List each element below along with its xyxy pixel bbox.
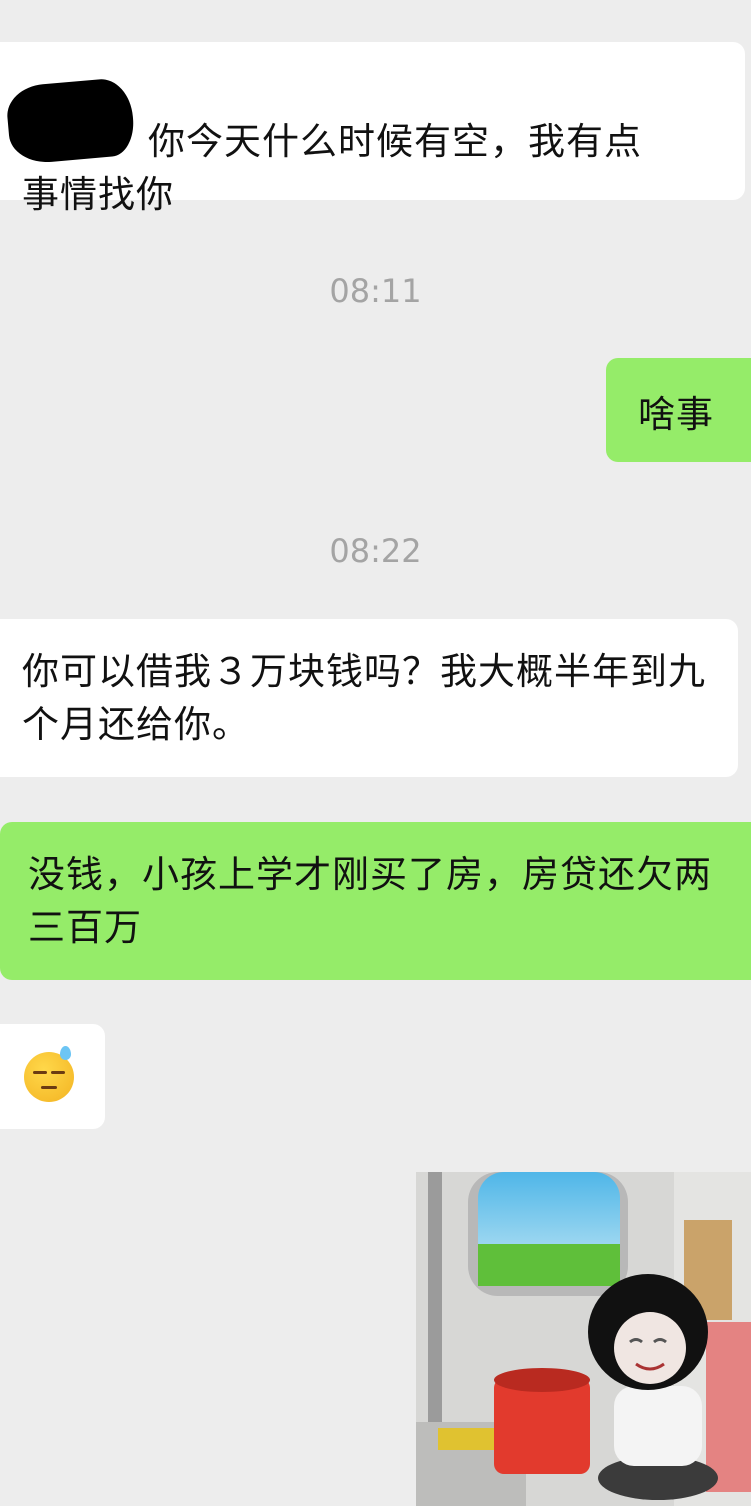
timestamp: 08:11 (329, 272, 422, 310)
message-bubble-outgoing[interactable]: 没钱，小孩上学才刚买了房，房贷还欠两三百万 (0, 822, 751, 980)
message-text: 没钱，小孩上学才刚买了房，房贷还欠两三百万 (28, 853, 712, 949)
message-bubble-incoming[interactable]: 你今天什么时候有空，我有点 事情找你 (0, 42, 745, 216)
sticker-illustration (416, 1172, 751, 1506)
message-bubble-outgoing[interactable]: 啥事 (606, 358, 751, 462)
meme-sticker-image[interactable] (416, 1172, 751, 1506)
sweat-expressionless-emoji-icon (24, 1046, 74, 1102)
message-text: 你今天什么时候有空，我有点 (148, 120, 642, 163)
message-bubble-incoming[interactable]: 你可以借我３万块钱吗？我大概半年到九个月还给你。 (0, 619, 738, 777)
message-text: 你可以借我３万块钱吗？我大概半年到九个月还给你。 (22, 650, 706, 746)
message-text: 事情找你 (22, 173, 174, 216)
message-text: 啥事 (638, 393, 714, 436)
timestamp: 08:22 (329, 532, 422, 570)
message-bubble-incoming[interactable] (0, 1024, 105, 1129)
redacted-name-mark (4, 76, 137, 166)
